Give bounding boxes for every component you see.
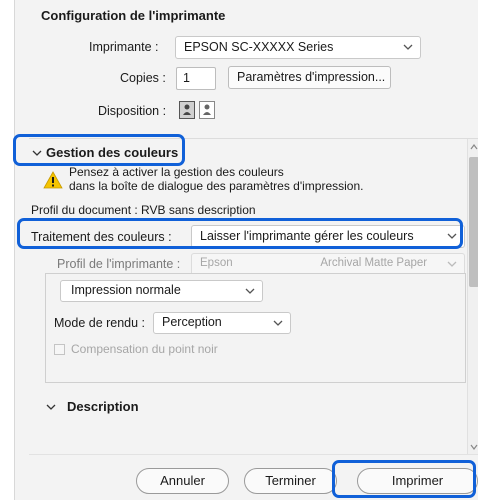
warning-line-2: dans la boîte de dialogue des paramètres…: [69, 179, 364, 193]
print-mode-select[interactable]: Impression normale: [60, 280, 263, 302]
printer-select[interactable]: EPSON SC-XXXXX Series: [175, 36, 421, 59]
expand-chevron-icon[interactable]: [45, 401, 57, 413]
print-dialog: Configuration de l'imprimante Imprimante…: [14, 0, 478, 500]
print-options-box: Impression normale Mode de rendu : Perce…: [45, 273, 466, 383]
warning-icon: [43, 171, 63, 189]
chevron-down-icon: [447, 261, 457, 267]
chevron-down-icon: [273, 320, 283, 326]
color-management-panel: Gestion des couleurs Pensez à activer la…: [29, 138, 478, 455]
description-title[interactable]: Description: [67, 399, 139, 414]
black-point-checkbox[interactable]: [54, 344, 65, 355]
render-mode-label: Mode de rendu :: [54, 316, 146, 330]
render-mode-select[interactable]: Perception: [153, 312, 291, 334]
scroll-up-icon[interactable]: [470, 143, 478, 151]
cancel-button[interactable]: Annuler: [136, 468, 229, 494]
print-settings-button[interactable]: Paramètres d'impression...: [228, 66, 391, 89]
printer-profile-value-a: Epson: [200, 257, 233, 269]
highlight-print-button: [332, 460, 476, 498]
printer-config-title: Configuration de l'imprimante: [41, 8, 226, 23]
print-mode-value: Impression normale: [71, 283, 181, 297]
document-profile-text: Profil du document : RVB sans descriptio…: [31, 203, 256, 217]
highlight-color-handling: [17, 218, 463, 249]
layout-label: Disposition :: [98, 104, 167, 118]
chevron-down-icon: [403, 44, 413, 50]
scroll-thumb[interactable]: [469, 157, 478, 287]
chevron-down-icon: [245, 288, 255, 294]
landscape-layout-icon[interactable]: [199, 101, 215, 119]
printer-label: Imprimante :: [89, 40, 159, 54]
portrait-layout-icon[interactable]: [179, 101, 195, 119]
copies-label: Copies :: [120, 71, 166, 85]
highlight-color-management: [13, 134, 185, 166]
panel-scrollbar[interactable]: [467, 139, 478, 455]
printer-profile-value-b: Archival Matte Paper: [320, 257, 428, 269]
copies-input[interactable]: 1: [176, 67, 216, 90]
scroll-down-icon[interactable]: [470, 443, 478, 451]
black-point-label: Compensation du point noir: [71, 342, 218, 356]
printer-profile-label: Profil de l'imprimante :: [57, 257, 181, 271]
done-button[interactable]: Terminer: [244, 468, 337, 494]
warning-line-1: Pensez à activer la gestion des couleurs: [69, 165, 284, 179]
printer-select-value: EPSON SC-XXXXX Series: [184, 40, 334, 54]
render-mode-value: Perception: [162, 315, 222, 329]
